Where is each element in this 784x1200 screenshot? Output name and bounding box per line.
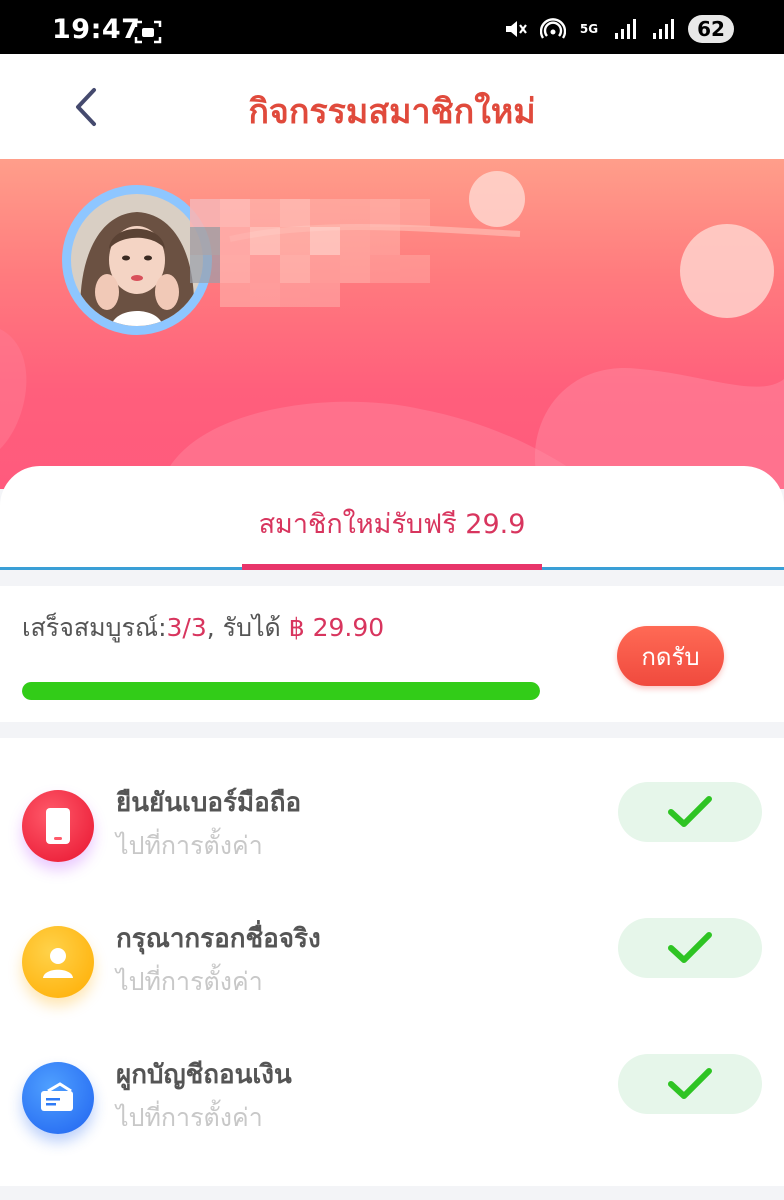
obscured-username xyxy=(190,199,430,307)
task-subtitle[interactable]: ไปที่การตั้งค่า xyxy=(116,962,263,1002)
battery-icon: 62 xyxy=(688,15,734,43)
app-header: กิจกรรมสมาชิกใหม่ xyxy=(0,54,784,159)
tab-active-indicator xyxy=(242,564,542,570)
signal-icon xyxy=(653,19,674,39)
card-icon xyxy=(22,1062,94,1134)
check-icon xyxy=(668,932,712,963)
claim-button[interactable]: กดรับ xyxy=(617,626,724,686)
tab-new-member[interactable]: สมาชิกใหม่รับฟรี 29.9 xyxy=(0,502,784,545)
tab-bar: สมาชิกใหม่รับฟรี 29.9 xyxy=(0,466,784,570)
page-title: กิจกรรมสมาชิกใหม่ xyxy=(248,92,536,132)
progress-prefix: เสร็จสมบูรณ์: xyxy=(22,613,167,642)
progress-count: 3/3 xyxy=(166,613,207,642)
avatar-photo xyxy=(71,194,203,326)
person-icon xyxy=(22,926,94,998)
status-bar: 19:47 5G 62 xyxy=(0,0,784,54)
status-time: 19:47 xyxy=(52,14,141,45)
task-done-badge[interactable] xyxy=(618,1054,762,1114)
task-subtitle[interactable]: ไปที่การตั้งค่า xyxy=(116,826,263,866)
screenshot-icon xyxy=(134,20,162,44)
task-title: ผูกบัญชีถอนเงิน xyxy=(116,1060,292,1090)
signal-icon xyxy=(615,19,636,39)
progress-bar xyxy=(22,682,540,700)
task-list: ยืนยันเบอร์มือถือ ไปที่การตั้งค่า กรุณาก… xyxy=(0,738,784,1186)
reward-amount: ฿ 29.90 xyxy=(288,613,385,642)
phone-icon xyxy=(22,790,94,862)
network-type: 5G xyxy=(579,22,599,36)
profile-banner xyxy=(0,159,784,489)
progress-middle: , รับได้ xyxy=(206,613,289,642)
task-done-badge[interactable] xyxy=(618,782,762,842)
task-done-badge[interactable] xyxy=(618,918,762,978)
task-row-real-name[interactable]: กรุณากรอกชื่อจริง ไปที่การตั้งค่า xyxy=(0,896,784,1026)
hotspot-icon xyxy=(540,18,566,39)
task-title: ยืนยันเบอร์มือถือ xyxy=(116,788,302,818)
progress-card: เสร็จสมบูรณ์:3/3, รับได้ ฿ 29.90 กดรับ xyxy=(0,586,784,722)
task-row-verify-phone[interactable]: ยืนยันเบอร์มือถือ ไปที่การตั้งค่า xyxy=(0,760,784,890)
check-icon xyxy=(668,796,712,827)
check-icon xyxy=(668,1068,712,1099)
mute-icon xyxy=(506,21,527,37)
progress-bar-fill xyxy=(22,682,540,700)
task-subtitle[interactable]: ไปที่การตั้งค่า xyxy=(116,1098,263,1138)
task-title: กรุณากรอกชื่อจริง xyxy=(116,924,321,954)
status-icons: 5G 62 xyxy=(502,14,734,44)
progress-summary: เสร็จสมบูรณ์:3/3, รับได้ ฿ 29.90 xyxy=(22,608,384,648)
task-row-withdraw-account[interactable]: ผูกบัญชีถอนเงิน ไปที่การตั้งค่า xyxy=(0,1032,784,1162)
